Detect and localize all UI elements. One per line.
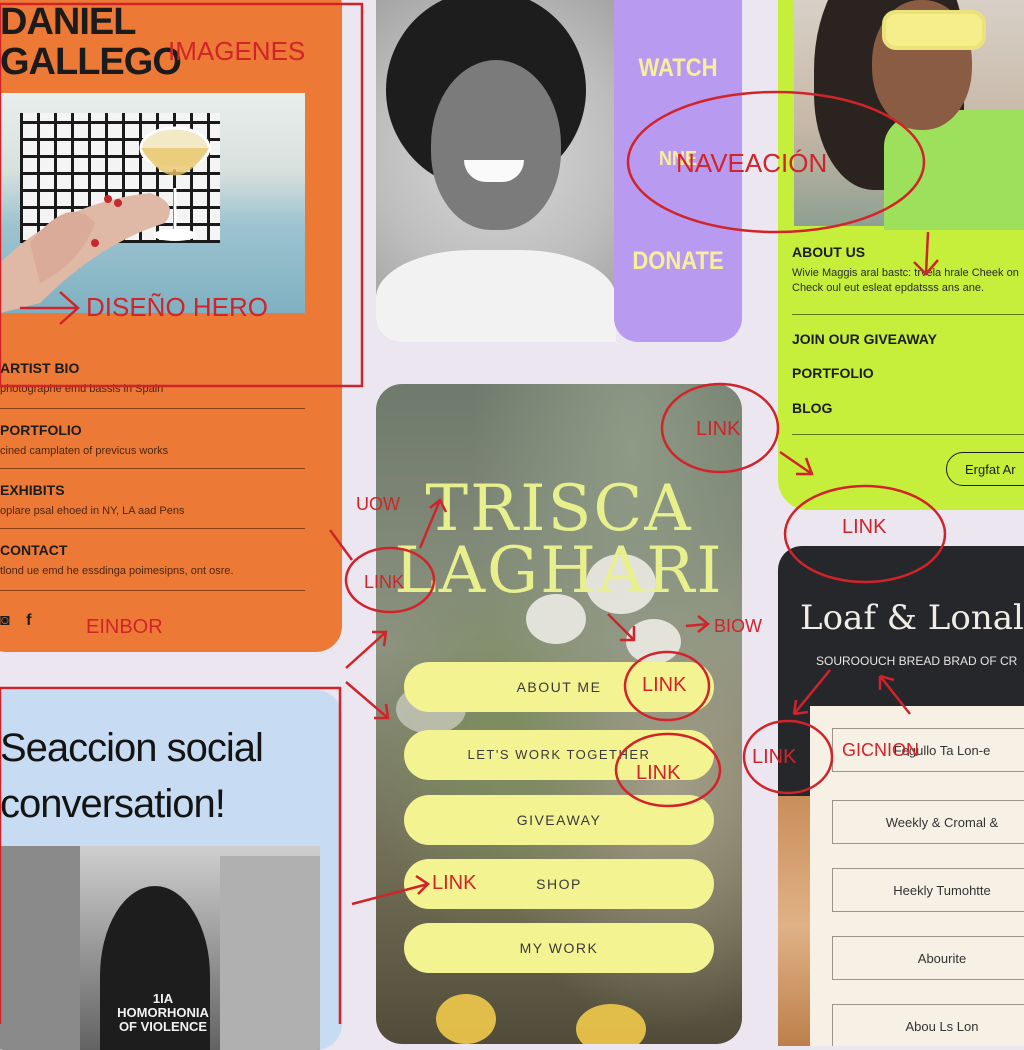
arrow-icon (20, 291, 80, 325)
arrow-icon (328, 529, 354, 561)
annotation-box (0, 686, 342, 1024)
arrow-icon (418, 498, 448, 549)
annotation-link: LINK (364, 572, 405, 592)
annotation-link: LINK (842, 516, 887, 538)
annotation-einbor: EINBOR (86, 616, 163, 638)
arrow-icon (345, 630, 388, 669)
arrow-icon (685, 615, 711, 633)
annotation-overlay (0, 2, 947, 1024)
annotation-biow: BIOW (714, 616, 762, 636)
arrow-icon (779, 450, 814, 476)
annotation-diseno-hero: DISEÑO HERO (86, 292, 269, 322)
annotation-gicnion: GICNION (842, 740, 920, 760)
annotation-link: LINK (752, 746, 797, 768)
annotation-link: LINK (432, 872, 477, 894)
arrow-icon (607, 613, 636, 642)
arrow-icon (878, 674, 911, 715)
arrow-icon (351, 874, 430, 906)
annotation-link: LINK (642, 674, 687, 696)
annotation-navegacion: NAVEACIÓN (676, 148, 828, 178)
arrow-icon (913, 231, 939, 276)
arrow-icon (792, 669, 831, 716)
annotation-link: LINK (696, 418, 741, 440)
annotation-uow: UOW (356, 494, 400, 514)
annotation-link: LINK (636, 762, 681, 784)
annotation-imagenes: IMAGENES (168, 36, 306, 66)
arrow-icon (345, 681, 390, 720)
